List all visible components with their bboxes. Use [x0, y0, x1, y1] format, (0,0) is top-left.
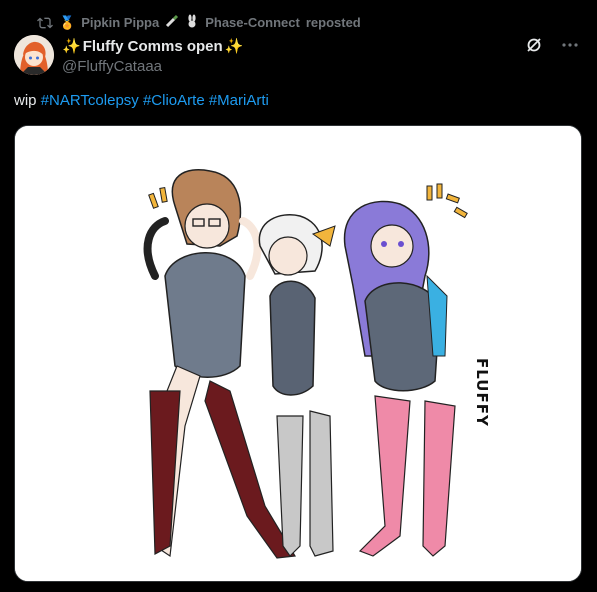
- sparkles-icon: ✨: [224, 38, 244, 55]
- hashtag-clioarte[interactable]: #ClioArte: [143, 92, 205, 109]
- reposted-label: reposted: [305, 15, 361, 30]
- tweet-media-image[interactable]: FLUFFY: [14, 125, 582, 582]
- tweet-prefix: wip: [14, 92, 37, 109]
- author-display-name[interactable]: ✨ Fluffy Comms open ✨: [62, 37, 244, 56]
- author-block[interactable]: ✨ Fluffy Comms open ✨ @FluffyCataaa: [62, 37, 244, 76]
- display-name-text: Fluffy Comms open: [82, 37, 223, 55]
- reposter-name-1[interactable]: Pipkin Pippa: [81, 15, 159, 30]
- tweet-actions: [525, 36, 579, 54]
- medal-icon: 🏅: [59, 14, 76, 30]
- bunny-icon: [185, 14, 199, 31]
- illustration: [15, 126, 581, 581]
- artist-signature: FLUFFY: [473, 358, 491, 427]
- repost-icon: [37, 17, 53, 28]
- hashtag-nartcolepsy[interactable]: #NARTcolepsy: [41, 92, 139, 109]
- reposter-name-2[interactable]: Phase-Connect: [205, 15, 300, 30]
- more-icon[interactable]: [561, 36, 579, 54]
- repost-header: 🏅 Pipkin Pippa Phase-Connect reposted: [37, 14, 361, 31]
- author-handle[interactable]: @FluffyCataaa: [62, 58, 243, 75]
- sparkles-icon: ✨: [62, 38, 81, 55]
- leek-icon: [165, 14, 179, 31]
- tweet-text: wip #NARTcolepsy #ClioArte #MariArti: [14, 92, 269, 109]
- grok-icon[interactable]: [525, 36, 543, 54]
- hashtag-mariarti[interactable]: #MariArti: [209, 92, 269, 109]
- avatar[interactable]: [14, 35, 54, 75]
